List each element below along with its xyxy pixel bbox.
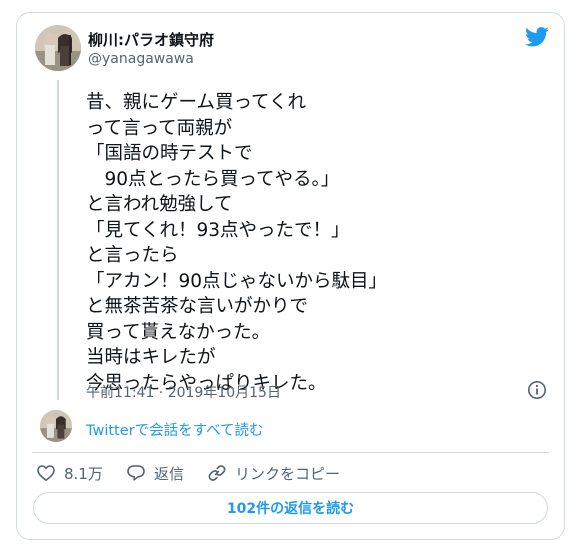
thread-avatar[interactable] bbox=[40, 410, 72, 442]
author-avatar[interactable] bbox=[35, 25, 81, 71]
link-icon bbox=[208, 465, 226, 481]
actions-divider bbox=[32, 452, 549, 453]
tweet-timestamp[interactable]: 午前11:41 · 2019年10月15日 bbox=[86, 382, 281, 402]
thread-line bbox=[57, 80, 59, 400]
read-replies-button[interactable]: 102件の返信を読む bbox=[33, 492, 548, 524]
copy-link-label: リンクをコピー bbox=[235, 464, 341, 483]
speech-bubble-icon bbox=[127, 465, 145, 481]
reply-label: 返信 bbox=[154, 464, 185, 483]
like-count: 8.1万 bbox=[64, 464, 103, 483]
tweet-text: 昔、親にゲーム買ってくれ って言って両親が 「国語の時テストで 90点とったら買… bbox=[86, 92, 388, 394]
copy-link-button[interactable]: リンクをコピー bbox=[207, 462, 340, 484]
heart-icon bbox=[37, 465, 55, 481]
read-full-conversation-link[interactable]: Twitterで会話をすべて読む bbox=[86, 419, 264, 440]
info-icon[interactable] bbox=[527, 380, 547, 400]
author-handle[interactable]: @yanagawawa bbox=[88, 51, 194, 67]
twitter-bird-icon[interactable] bbox=[525, 27, 549, 47]
author-display-name[interactable]: 柳川:パラオ鎮守府 bbox=[88, 29, 214, 50]
reply-button[interactable]: 返信 bbox=[126, 462, 184, 484]
like-button[interactable]: 8.1万 bbox=[36, 462, 103, 484]
